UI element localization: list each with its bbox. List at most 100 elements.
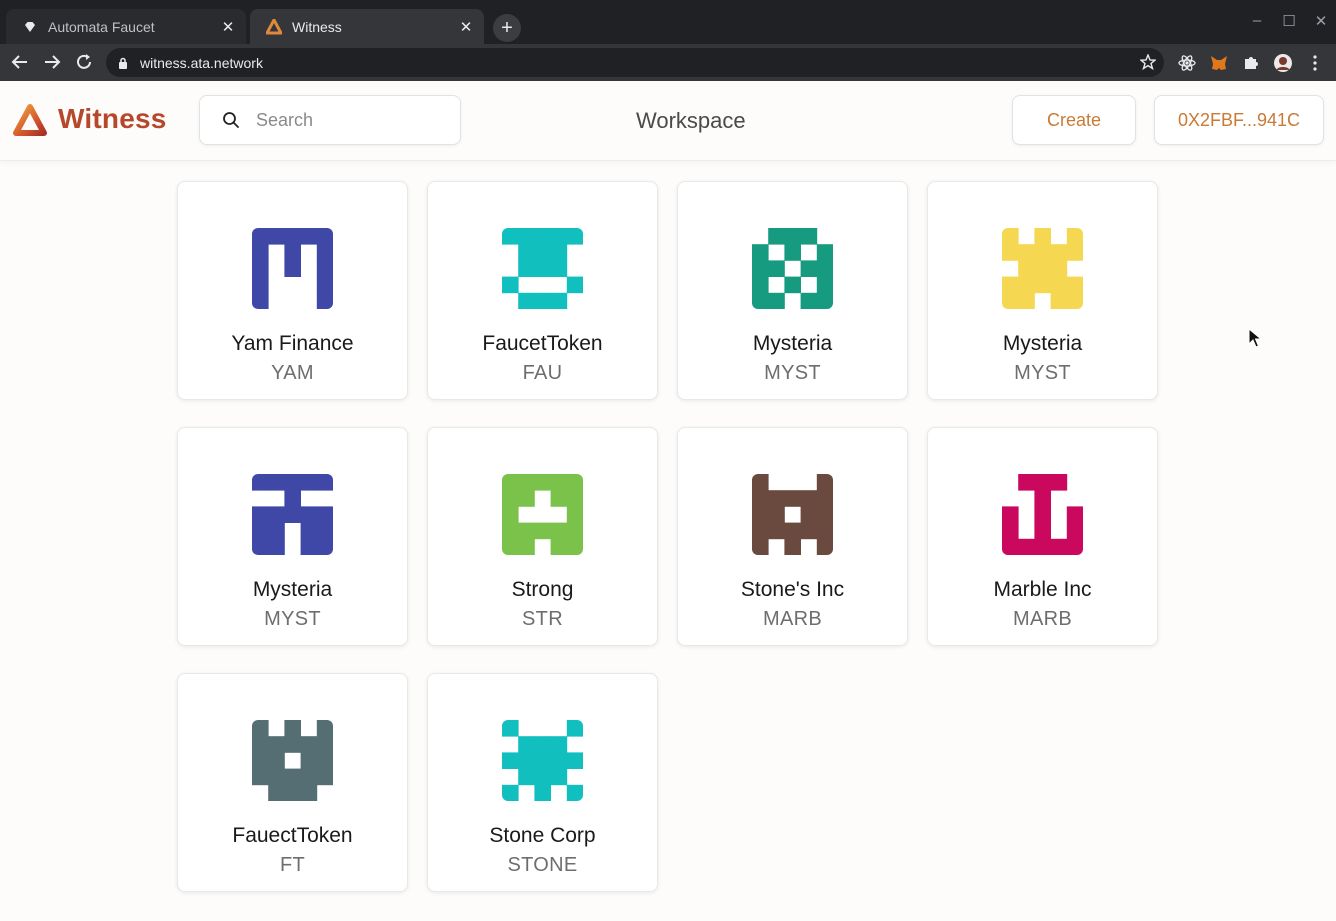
identicon-cell (816, 522, 833, 540)
identicon-cell (816, 276, 833, 294)
token-identicon-icon (1002, 474, 1083, 555)
identicon-cell (518, 292, 535, 309)
token-name: Marble Inc (993, 578, 1092, 601)
identicon-cell (752, 490, 769, 507)
identicon-cell (550, 474, 568, 491)
identicon-cell (752, 244, 769, 261)
close-icon[interactable]: ✕ (458, 19, 474, 36)
witness-logo-icon[interactable] (12, 103, 48, 139)
token-card[interactable]: Marble Inc MARB (927, 427, 1158, 646)
identicon-cell (1034, 244, 1051, 261)
identicon-cell (252, 260, 269, 277)
token-identicon-icon (752, 474, 833, 555)
identicon-cell (768, 228, 785, 245)
identicon-cell (1050, 474, 1068, 491)
token-identicon-icon (502, 228, 583, 309)
identicon-cell (566, 522, 583, 540)
identicon-cell (284, 490, 301, 507)
identicon-cell (316, 260, 333, 277)
token-card[interactable]: Stone Corp STONE (427, 673, 658, 892)
identicon-cell (566, 506, 583, 523)
browser-menu-icon[interactable] (1305, 53, 1325, 73)
identicon-cell (1002, 276, 1019, 294)
tab-title: Automata Faucet (48, 18, 155, 35)
identicon-cell (252, 244, 269, 261)
search-box[interactable] (199, 95, 461, 145)
forward-icon[interactable] (40, 50, 64, 74)
tab-witness[interactable]: Witness ✕ (250, 9, 484, 44)
browser-toolbar: witness.ata.network (0, 44, 1336, 81)
bookmark-star-icon[interactable] (1139, 53, 1157, 71)
brand-name[interactable]: Witness (58, 103, 167, 135)
identicon-cell (1066, 538, 1083, 555)
identicon-cell (316, 276, 333, 294)
identicon-cell (784, 538, 801, 555)
close-icon[interactable]: ✕ (220, 19, 236, 36)
identicon-cell (816, 244, 833, 261)
token-card[interactable]: FaucetToken FAU (427, 181, 658, 400)
identicon-cell (1034, 276, 1051, 294)
token-card[interactable]: Strong STR (427, 427, 658, 646)
identicon-cell (1034, 506, 1051, 523)
token-card[interactable]: Mysteria MYST (177, 427, 408, 646)
metamask-fox-icon[interactable] (1209, 53, 1229, 73)
identicon-cell (518, 538, 535, 555)
identicon-cell (566, 752, 583, 769)
identicon-cell (752, 538, 769, 555)
identicon-cell (252, 736, 269, 753)
identicon-cell (550, 292, 568, 309)
wallet-address-button[interactable]: 0X2FBF...941C (1154, 95, 1324, 145)
identicon-cell (550, 768, 568, 786)
identicon-cell (1050, 538, 1068, 555)
identicon-cell (550, 490, 568, 507)
identicon-cell (816, 538, 833, 555)
token-card[interactable]: FauectToken FT (177, 673, 408, 892)
back-icon[interactable] (8, 50, 32, 74)
minimize-icon[interactable]: – (1247, 12, 1267, 29)
token-identicon-icon (502, 720, 583, 801)
identicon-cell (268, 506, 285, 523)
identicon-cell (784, 276, 801, 294)
new-tab-button[interactable]: + (493, 14, 521, 42)
identicon-cell (534, 768, 551, 786)
identicon-cell (518, 522, 535, 540)
extensions-puzzle-icon[interactable] (1241, 53, 1261, 73)
token-name: Mysteria (1002, 332, 1083, 355)
identicon-cell (566, 784, 583, 801)
identicon-cell (816, 490, 833, 507)
tab-automata-faucet[interactable]: Automata Faucet ✕ (6, 9, 246, 44)
search-input[interactable] (256, 109, 446, 131)
identicon-cell (768, 490, 785, 507)
profile-avatar-icon[interactable] (1273, 53, 1293, 73)
identicon-cell (752, 260, 769, 277)
identicon-cell (300, 736, 318, 753)
identicon-cell (768, 260, 785, 277)
identicon-cell (768, 506, 785, 523)
identicon-cell (252, 228, 269, 245)
reload-icon[interactable] (72, 50, 96, 74)
token-symbol: MYST (264, 608, 321, 630)
react-devtools-icon[interactable] (1177, 53, 1197, 73)
identicon-cell (1050, 260, 1068, 277)
token-symbol: MARB (763, 608, 822, 630)
identicon-cell (502, 228, 519, 245)
token-card[interactable]: Yam Finance YAM (177, 181, 408, 400)
token-card[interactable]: Mysteria MYST (927, 181, 1158, 400)
address-bar[interactable]: witness.ata.network (106, 48, 1164, 77)
token-card[interactable]: Mysteria MYST (677, 181, 908, 400)
identicon-cell (816, 292, 833, 309)
token-symbol: MARB (1013, 608, 1072, 630)
identicon-cell (784, 522, 801, 540)
identicon-cell (252, 538, 269, 555)
identicon-cell (1018, 244, 1035, 261)
identicon-cell (268, 768, 285, 786)
window-close-icon[interactable]: ✕ (1311, 12, 1331, 30)
token-name: Stone Corp (489, 824, 596, 847)
token-card[interactable]: Stone's Inc MARB (677, 427, 908, 646)
maximize-icon[interactable]: ☐ (1279, 12, 1299, 30)
identicon-cell (784, 244, 801, 261)
workspace-title[interactable]: Workspace (636, 108, 746, 134)
identicon-cell (1066, 292, 1083, 309)
create-button[interactable]: Create (1012, 95, 1136, 145)
identicon-cell (1050, 244, 1068, 261)
